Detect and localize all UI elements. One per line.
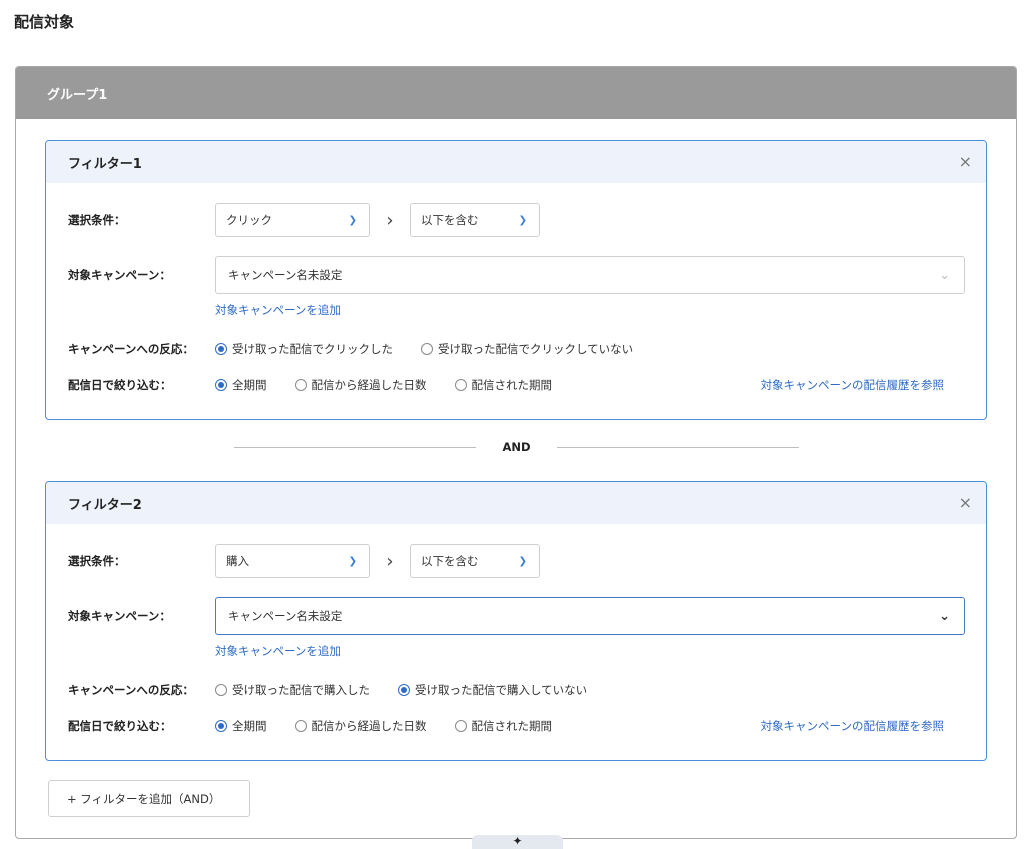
campaign-row: 対象キャンペーン： キャンペーン名未設定 ⌄	[68, 256, 965, 294]
chevron-down-icon: ❯	[348, 214, 357, 226]
filter-header: フィルター1 ×	[46, 141, 986, 183]
date-radio-days[interactable]: 配信から経過した日数	[294, 377, 427, 393]
date-radio-all[interactable]: 全期間	[215, 377, 267, 393]
reaction-row: キャンペーンへの反応： 受け取った配信で購入した 受け取った配信で購入していない	[68, 682, 615, 698]
campaign-row: 対象キャンペーン： キャンペーン名未設定 ⌄	[68, 597, 965, 635]
reaction-row: キャンペーンへの反応： 受け取った配信でクリックした 受け取った配信でクリックし…	[68, 341, 661, 357]
reaction-label: キャンペーンへの反応：	[68, 683, 194, 697]
filter-title: フィルター2	[68, 497, 142, 513]
close-icon[interactable]: ×	[959, 495, 972, 511]
reaction-radio-not-clicked[interactable]: 受け取った配信でクリックしていない	[421, 341, 633, 357]
radio-label: 配信から経過した日数	[311, 719, 427, 733]
add-campaign-link[interactable]: 対象キャンペーンを追加	[215, 302, 341, 318]
campaign-value: キャンペーン名未設定	[228, 268, 343, 282]
radio-label: 全期間	[232, 719, 267, 733]
radio-label: 受け取った配信で購入した	[232, 683, 370, 697]
radio-checked-icon	[215, 343, 227, 355]
date-radio-group: 全期間 配信から経過した日数 配信された期間	[215, 718, 580, 734]
radio-label: 配信された期間	[471, 378, 553, 392]
group-header: グループ1	[16, 67, 1016, 119]
reaction-radio-purchased[interactable]: 受け取った配信で購入した	[215, 682, 370, 698]
radio-checked-icon	[398, 684, 410, 696]
reaction-label: キャンペーンへの反応：	[68, 342, 194, 356]
radio-label: 受け取った配信でクリックしていない	[438, 342, 634, 356]
radio-checked-icon	[215, 720, 227, 732]
radio-unchecked-icon	[421, 343, 433, 355]
date-row: 配信日で絞り込む： 全期間 配信から経過した日数 配信された期間 対象キャンペー…	[68, 718, 964, 734]
date-radio-period[interactable]: 配信された期間	[454, 377, 553, 393]
filter-title: フィルター1	[68, 156, 142, 172]
condition-select[interactable]: 購入 ❯	[215, 544, 370, 578]
and-label: AND	[502, 440, 531, 454]
radio-unchecked-icon	[454, 720, 467, 732]
condition-label: 選択条件：	[68, 554, 126, 568]
chevron-down-icon: ⌄	[939, 608, 950, 624]
radio-unchecked-icon	[294, 379, 307, 391]
condition-row: 選択条件： 購入 ❯ › 以下を含む ❯	[68, 544, 540, 578]
radio-label: 受け取った配信でクリックした	[232, 342, 393, 356]
reaction-radio-clicked[interactable]: 受け取った配信でクリックした	[215, 341, 393, 357]
radio-unchecked-icon	[215, 684, 227, 696]
radio-label: 全期間	[232, 378, 267, 392]
add-campaign-row: 対象キャンペーンを追加	[215, 302, 341, 318]
chevron-down-icon: ❯	[518, 555, 527, 567]
campaign-value: キャンペーン名未設定	[228, 609, 343, 623]
group-panel: グループ1 フィルター1 × 選択条件： クリック ❯ › 以下を含む ❯ 対象…	[15, 66, 1017, 839]
date-label: 配信日で絞り込む：	[68, 378, 172, 392]
reaction-radio-group: 受け取った配信で購入した 受け取った配信で購入していない	[215, 682, 615, 698]
radio-label: 配信された期間	[471, 719, 553, 733]
condition-row: 選択条件： クリック ❯ › 以下を含む ❯	[68, 203, 540, 237]
divider	[234, 446, 477, 448]
date-row: 配信日で絞り込む： 全期間 配信から経過した日数 配信された期間 対象キャンペー…	[68, 377, 964, 393]
date-radio-group: 全期間 配信から経過した日数 配信された期間	[215, 377, 580, 393]
divider	[556, 446, 800, 448]
campaign-label: 対象キャンペーン：	[68, 609, 171, 623]
campaign-select[interactable]: キャンペーン名未設定 ⌄	[215, 256, 965, 294]
and-separator: AND	[234, 440, 800, 454]
chevron-down-icon: ❯	[518, 214, 527, 226]
condition-value: 購入	[226, 554, 249, 568]
radio-unchecked-icon	[294, 720, 307, 732]
operator-value: 以下を含む	[421, 213, 479, 227]
date-label: 配信日で絞り込む：	[68, 719, 172, 733]
date-radio-period[interactable]: 配信された期間	[454, 718, 553, 734]
campaign-label: 対象キャンペーン：	[68, 268, 171, 282]
radio-label: 配信から経過した日数	[311, 378, 427, 392]
date-radio-days[interactable]: 配信から経過した日数	[294, 718, 427, 734]
condition-value: クリック	[226, 213, 272, 227]
campaign-select[interactable]: キャンペーン名未設定 ⌄	[215, 597, 965, 635]
chevron-right-icon: ›	[386, 209, 394, 231]
filter-header: フィルター2 ×	[46, 482, 986, 524]
add-campaign-link[interactable]: 対象キャンペーンを追加	[215, 643, 341, 659]
operator-select[interactable]: 以下を含む ❯	[410, 544, 540, 578]
group-title: グループ1	[47, 87, 108, 103]
drag-handle-icon: ✦	[512, 834, 523, 848]
reaction-radio-not-purchased[interactable]: 受け取った配信で購入していない	[398, 682, 587, 698]
history-link[interactable]: 対象キャンペーンの配信履歴を参照	[761, 718, 944, 734]
radio-label: 受け取った配信で購入していない	[415, 683, 588, 697]
add-campaign-row: 対象キャンペーンを追加	[215, 643, 341, 659]
filter-card-1: フィルター1 × 選択条件： クリック ❯ › 以下を含む ❯ 対象キャンペーン…	[45, 140, 987, 420]
date-radio-all[interactable]: 全期間	[215, 718, 267, 734]
page-title: 配信対象	[14, 13, 75, 31]
condition-label: 選択条件：	[68, 213, 126, 227]
filter-card-2: フィルター2 × 選択条件： 購入 ❯ › 以下を含む ❯ 対象キャンペーン： …	[45, 481, 987, 761]
radio-unchecked-icon	[454, 379, 467, 391]
operator-value: 以下を含む	[421, 554, 479, 568]
operator-select[interactable]: 以下を含む ❯	[410, 203, 540, 237]
chevron-down-icon: ❯	[348, 555, 357, 567]
condition-select[interactable]: クリック ❯	[215, 203, 370, 237]
drag-handle[interactable]: ✦	[472, 835, 563, 849]
chevron-down-icon: ⌄	[939, 267, 950, 283]
close-icon[interactable]: ×	[959, 154, 972, 170]
history-link[interactable]: 対象キャンペーンの配信履歴を参照	[761, 377, 944, 393]
chevron-right-icon: ›	[386, 550, 394, 572]
radio-checked-icon	[215, 379, 227, 391]
add-filter-button[interactable]: + フィルターを追加（AND）	[48, 780, 250, 817]
reaction-radio-group: 受け取った配信でクリックした 受け取った配信でクリックしていない	[215, 341, 661, 357]
